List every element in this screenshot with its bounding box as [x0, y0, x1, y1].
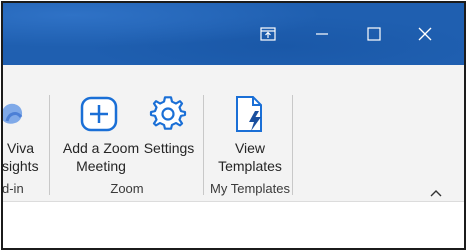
plus-icon — [80, 96, 118, 136]
view-templates-label-2: Templates — [218, 158, 282, 174]
ribbon: Viva sights d-in Add a Zoom Meeting Sett… — [3, 65, 464, 202]
restore-window-button[interactable] — [245, 11, 291, 57]
gear-icon — [149, 96, 187, 136]
maximize-button[interactable] — [351, 11, 397, 57]
view-templates-button[interactable] — [233, 95, 267, 138]
collapse-ribbon-button[interactable] — [429, 185, 443, 197]
group-separator — [203, 95, 204, 195]
viva-insights-label-1: Viva — [7, 140, 34, 156]
viva-insights-button[interactable] — [3, 95, 31, 136]
maximize-icon — [367, 27, 381, 41]
close-icon — [418, 27, 432, 41]
add-zoom-meeting-label-1: Add a Zoom — [62, 140, 140, 156]
settings-button[interactable] — [149, 96, 187, 137]
add-zoom-meeting-button[interactable] — [80, 96, 118, 137]
minimize-icon — [315, 27, 329, 41]
close-button[interactable] — [402, 11, 448, 57]
minimize-button[interactable] — [299, 11, 345, 57]
group-separator — [49, 95, 50, 195]
view-templates-label-1: View — [234, 140, 266, 156]
chevron-up-icon — [429, 185, 443, 202]
viva-insights-icon — [3, 103, 31, 135]
settings-label: Settings — [143, 140, 195, 156]
window-restore-icon — [260, 27, 276, 41]
app-window: Viva sights d-in Add a Zoom Meeting Sett… — [1, 1, 466, 250]
add-zoom-meeting-label-2: Meeting — [76, 158, 126, 174]
title-bar — [3, 3, 464, 65]
group-label-addin: d-in — [2, 181, 24, 196]
viva-insights-label-2: sights — [2, 158, 39, 174]
group-label-zoom: Zoom — [110, 181, 144, 196]
group-separator — [292, 95, 293, 195]
content-area — [3, 202, 464, 248]
template-document-icon — [233, 96, 267, 137]
group-label-my-templates: My Templates — [210, 181, 290, 196]
